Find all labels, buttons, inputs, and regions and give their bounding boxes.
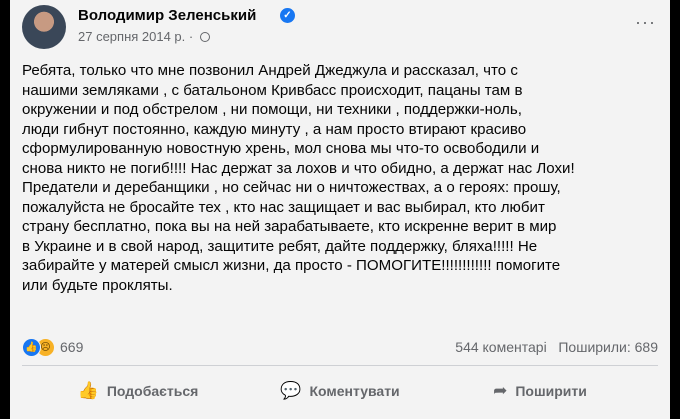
comment-bubble-icon: 💬 [280, 381, 302, 400]
like-button[interactable]: 👍 Подобається [38, 370, 238, 412]
post-actions: 👍 Подобається 💬 Коментувати ➦ Поширити [10, 370, 670, 412]
post-stats: 👍 ☹ 669 544 коментарі Поширили: 689 [22, 337, 658, 357]
comment-label: Коментувати [309, 383, 400, 399]
more-options-icon[interactable]: ··· [635, 12, 656, 33]
meta-separator: · [188, 29, 194, 44]
post-meta: 27 серпня 2014 р. · [78, 29, 210, 44]
post-header: Володимир Зеленський ✓ 27 серпня 2014 р.… [10, 0, 670, 56]
verified-badge-icon: ✓ [280, 8, 295, 23]
comment-button[interactable]: 💬 Коментувати [240, 370, 440, 412]
reactions-count[interactable]: 669 [60, 339, 83, 355]
share-button[interactable]: ➦ Поширити [440, 370, 640, 412]
author-name[interactable]: Володимир Зеленський [78, 7, 256, 24]
shares-count[interactable]: Поширили: 689 [558, 339, 658, 355]
share-label: Поширити [515, 383, 587, 399]
comments-shares: 544 коментарі Поширили: 689 [455, 339, 658, 355]
thumbs-up-icon: 👍 [77, 381, 99, 400]
comments-count[interactable]: 544 коментарі [455, 339, 546, 355]
post-card: Володимир Зеленський ✓ 27 серпня 2014 р.… [10, 0, 670, 419]
like-label: Подобається [106, 383, 199, 399]
stats-divider [22, 365, 658, 366]
share-arrow-icon: ➦ [493, 381, 508, 400]
like-reaction-icon[interactable]: 👍 [22, 338, 41, 357]
post-text: Ребята, только что мне позвонил Андрей Д… [22, 62, 575, 294]
post-date[interactable]: 27 серпня 2014 р. [78, 29, 185, 44]
globe-icon [199, 32, 210, 42]
author-avatar[interactable] [22, 5, 66, 49]
